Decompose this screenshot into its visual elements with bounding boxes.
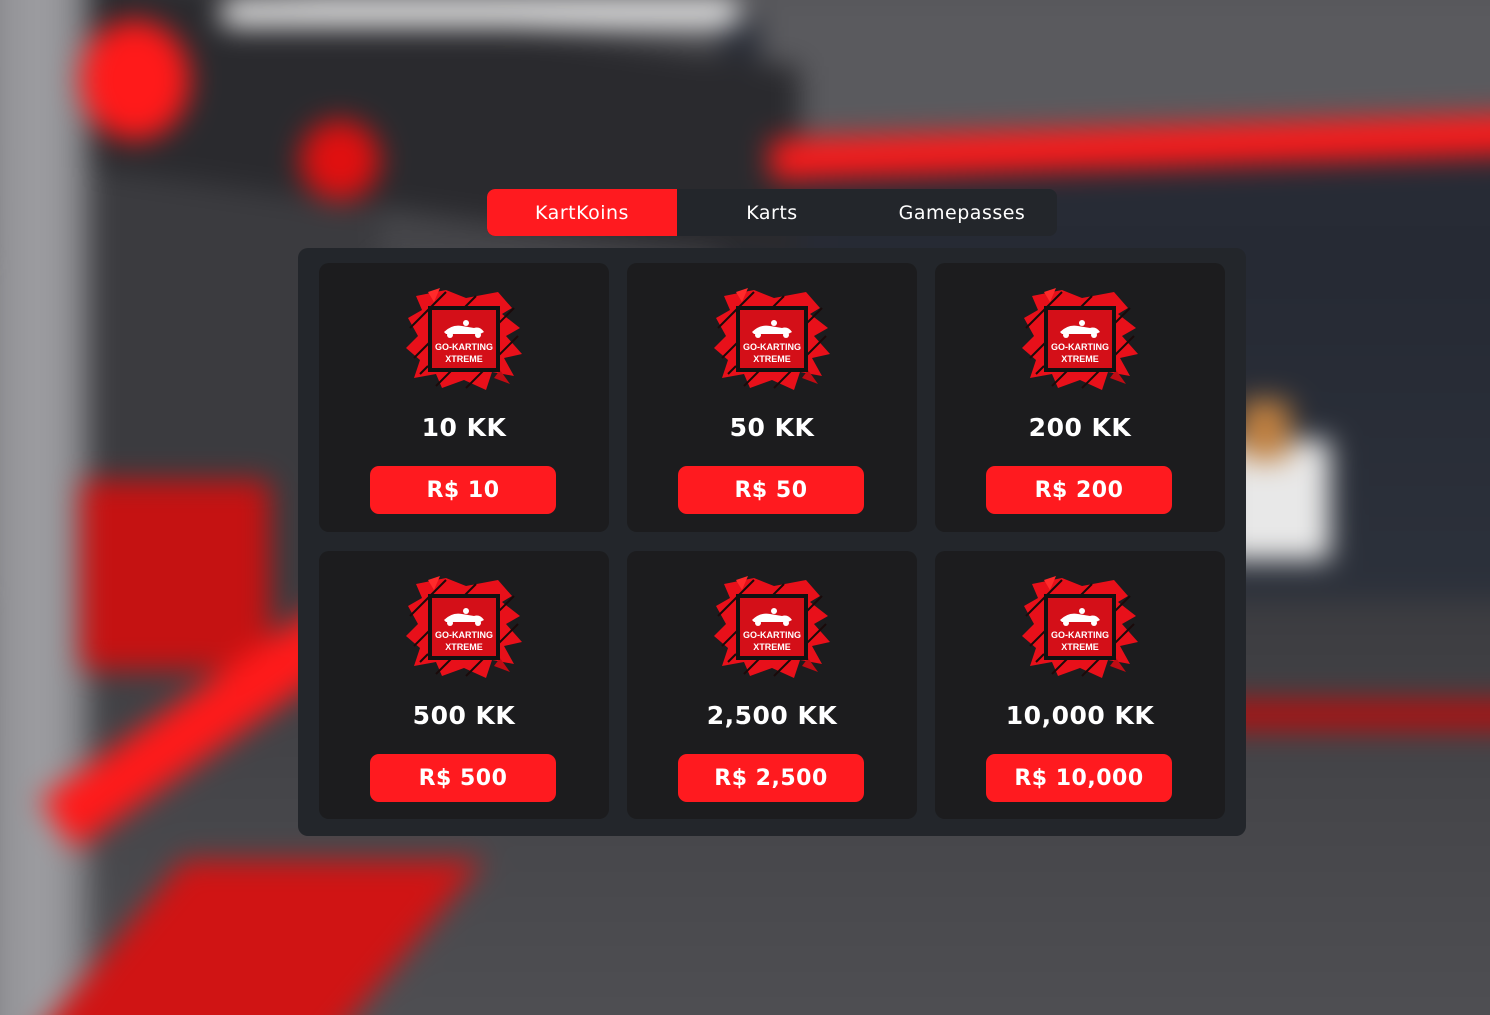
go-karting-xtreme-logo-icon: GO-KARTING XTREME xyxy=(1022,288,1138,390)
kartkoins-shop-panel: GO-KARTING XTREME 10 KK R$ 10 GO-KARTING… xyxy=(298,248,1246,836)
shop-tab-bar: KartKoins Karts Gamepasses xyxy=(487,189,1057,236)
product-amount: 500 KK xyxy=(412,701,516,730)
svg-text:XTREME: XTREME xyxy=(753,642,791,652)
svg-text:GO-KARTING: GO-KARTING xyxy=(743,342,801,352)
tab-gamepasses[interactable]: Gamepasses xyxy=(867,189,1057,236)
product-card: GO-KARTING XTREME 10,000 KK R$ 10,000 xyxy=(935,551,1225,819)
product-amount: 2,500 KK xyxy=(706,701,838,730)
go-karting-xtreme-logo-icon: GO-KARTING XTREME xyxy=(1022,576,1138,678)
product-card: GO-KARTING XTREME 500 KK R$ 500 xyxy=(319,551,609,819)
product-amount: 50 KK xyxy=(729,413,815,442)
svg-text:GO-KARTING: GO-KARTING xyxy=(435,342,493,352)
product-card: GO-KARTING XTREME 50 KK R$ 50 xyxy=(627,263,917,532)
svg-text:GO-KARTING: GO-KARTING xyxy=(435,630,493,640)
product-amount: 10,000 KK xyxy=(1005,701,1155,730)
product-card: GO-KARTING XTREME 10 KK R$ 10 xyxy=(319,263,609,532)
product-amount: 200 KK xyxy=(1028,413,1132,442)
svg-text:XTREME: XTREME xyxy=(1061,354,1099,364)
product-card: GO-KARTING XTREME 2,500 KK R$ 2,500 xyxy=(627,551,917,819)
product-amount: 10 KK xyxy=(421,413,507,442)
tab-karts[interactable]: Karts xyxy=(677,189,867,236)
svg-text:XTREME: XTREME xyxy=(1061,642,1099,652)
svg-text:GO-KARTING: GO-KARTING xyxy=(743,630,801,640)
svg-text:XTREME: XTREME xyxy=(753,354,791,364)
tab-kartkoins[interactable]: KartKoins xyxy=(487,189,677,236)
svg-text:GO-KARTING: GO-KARTING xyxy=(1051,342,1109,352)
svg-text:XTREME: XTREME xyxy=(445,642,483,652)
product-card: GO-KARTING XTREME 200 KK R$ 200 xyxy=(935,263,1225,532)
go-karting-xtreme-logo-icon: GO-KARTING XTREME xyxy=(406,576,522,678)
buy-button[interactable]: R$ 10 xyxy=(370,466,556,514)
product-grid: GO-KARTING XTREME 10 KK R$ 10 GO-KARTING… xyxy=(319,263,1225,819)
svg-text:XTREME: XTREME xyxy=(445,354,483,364)
buy-button[interactable]: R$ 10,000 xyxy=(986,754,1172,802)
buy-button[interactable]: R$ 50 xyxy=(678,466,864,514)
svg-text:GO-KARTING: GO-KARTING xyxy=(1051,630,1109,640)
go-karting-xtreme-logo-icon: GO-KARTING XTREME xyxy=(714,576,830,678)
go-karting-xtreme-logo-icon: GO-KARTING XTREME xyxy=(714,288,830,390)
buy-button[interactable]: R$ 500 xyxy=(370,754,556,802)
buy-button[interactable]: R$ 200 xyxy=(986,466,1172,514)
buy-button[interactable]: R$ 2,500 xyxy=(678,754,864,802)
go-karting-xtreme-logo-icon: GO-KARTING XTREME xyxy=(406,288,522,390)
